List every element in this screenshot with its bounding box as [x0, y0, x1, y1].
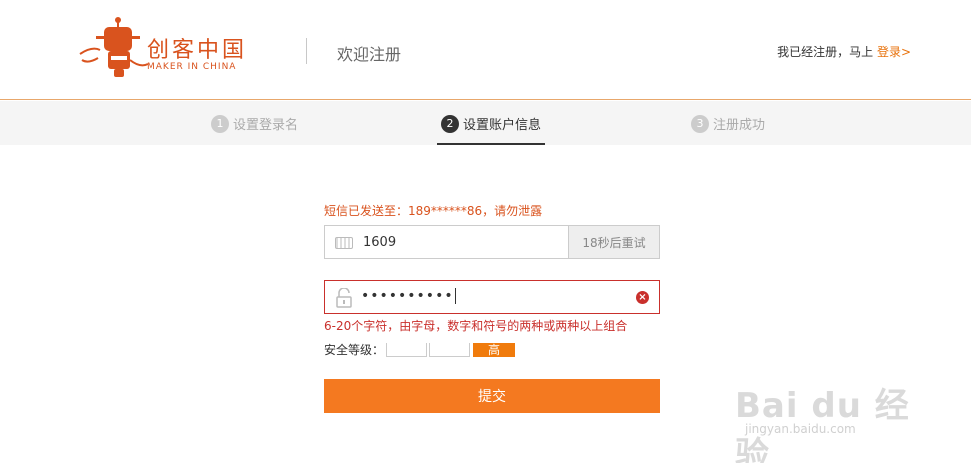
submit-button[interactable]: 提交	[324, 379, 660, 413]
step-3-label: 注册成功	[713, 118, 766, 133]
strength-bar-medium	[429, 342, 471, 357]
sms-notice: 短信已发送至：189******86，请勿泄露	[324, 204, 543, 218]
clear-error-icon[interactable]: ×	[636, 291, 649, 304]
login-prompt: 我已经注册，马上 登录>	[777, 43, 911, 60]
keyboard-icon	[335, 237, 353, 249]
verification-code-row: 1609 18秒后重试	[324, 225, 660, 259]
logo-subtitle: MAKER IN CHINA	[147, 62, 237, 72]
step-2-label: 设置账户信息	[463, 118, 542, 133]
resend-code-button[interactable]: 18秒后重试	[569, 225, 660, 259]
password-value: ••••••••••	[361, 288, 456, 304]
step-1: 1 设置登录名	[211, 114, 298, 133]
step-1-number: 1	[211, 114, 229, 133]
password-hint: 6-20个字符，由字母，数字和符号的两种或两种以上组合	[324, 319, 628, 333]
password-dots: ••••••••••	[361, 288, 454, 304]
strength-bar-high: 高	[473, 342, 516, 357]
already-registered-text: 我已经注册，马上	[777, 45, 874, 59]
strength-bar-low	[386, 342, 428, 357]
baidu-watermark: Bai du 经验 jingyan.baidu.com	[735, 378, 915, 463]
page-title: 欢迎注册	[337, 45, 402, 64]
verification-code-value: 1609	[363, 235, 397, 250]
verification-code-input[interactable]: 1609	[324, 225, 569, 259]
password-field[interactable]: •••••••••• ×	[324, 280, 660, 314]
page-header: 创客中国 MAKER IN CHINA 欢迎注册 我已经注册，马上 登录>	[0, 0, 971, 100]
watermark-main: Bai du 经验	[735, 386, 910, 463]
strength-label: 安全等级：	[324, 343, 385, 357]
logo-text: 创客中国	[147, 38, 248, 63]
step-3-number: 3	[691, 114, 709, 133]
step-2: 2 设置账户信息	[441, 114, 541, 133]
unlock-icon	[336, 288, 352, 308]
password-strength: 安全等级： 高	[324, 341, 516, 358]
registration-steps: 1 设置登录名 2 设置账户信息 3 注册成功	[0, 101, 971, 145]
login-link[interactable]: 登录>	[877, 45, 911, 59]
text-caret	[454, 288, 456, 304]
header-divider	[306, 38, 307, 64]
step-3: 3 注册成功	[691, 114, 765, 133]
watermark-sub: jingyan.baidu.com	[745, 422, 856, 436]
active-step-underline	[437, 143, 545, 145]
step-2-number: 2	[441, 114, 459, 133]
step-1-label: 设置登录名	[233, 118, 299, 133]
